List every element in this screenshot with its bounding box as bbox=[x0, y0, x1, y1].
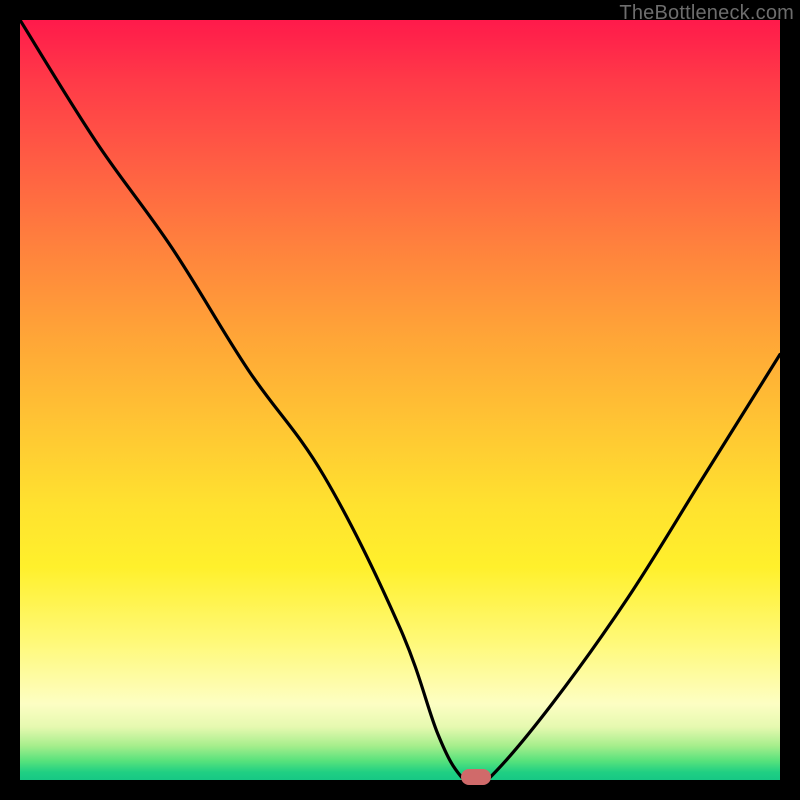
plot-area bbox=[20, 20, 780, 780]
optimal-marker bbox=[461, 769, 491, 785]
chart-frame: TheBottleneck.com bbox=[0, 0, 800, 800]
bottleneck-curve bbox=[20, 20, 780, 780]
curve-svg bbox=[20, 20, 780, 780]
